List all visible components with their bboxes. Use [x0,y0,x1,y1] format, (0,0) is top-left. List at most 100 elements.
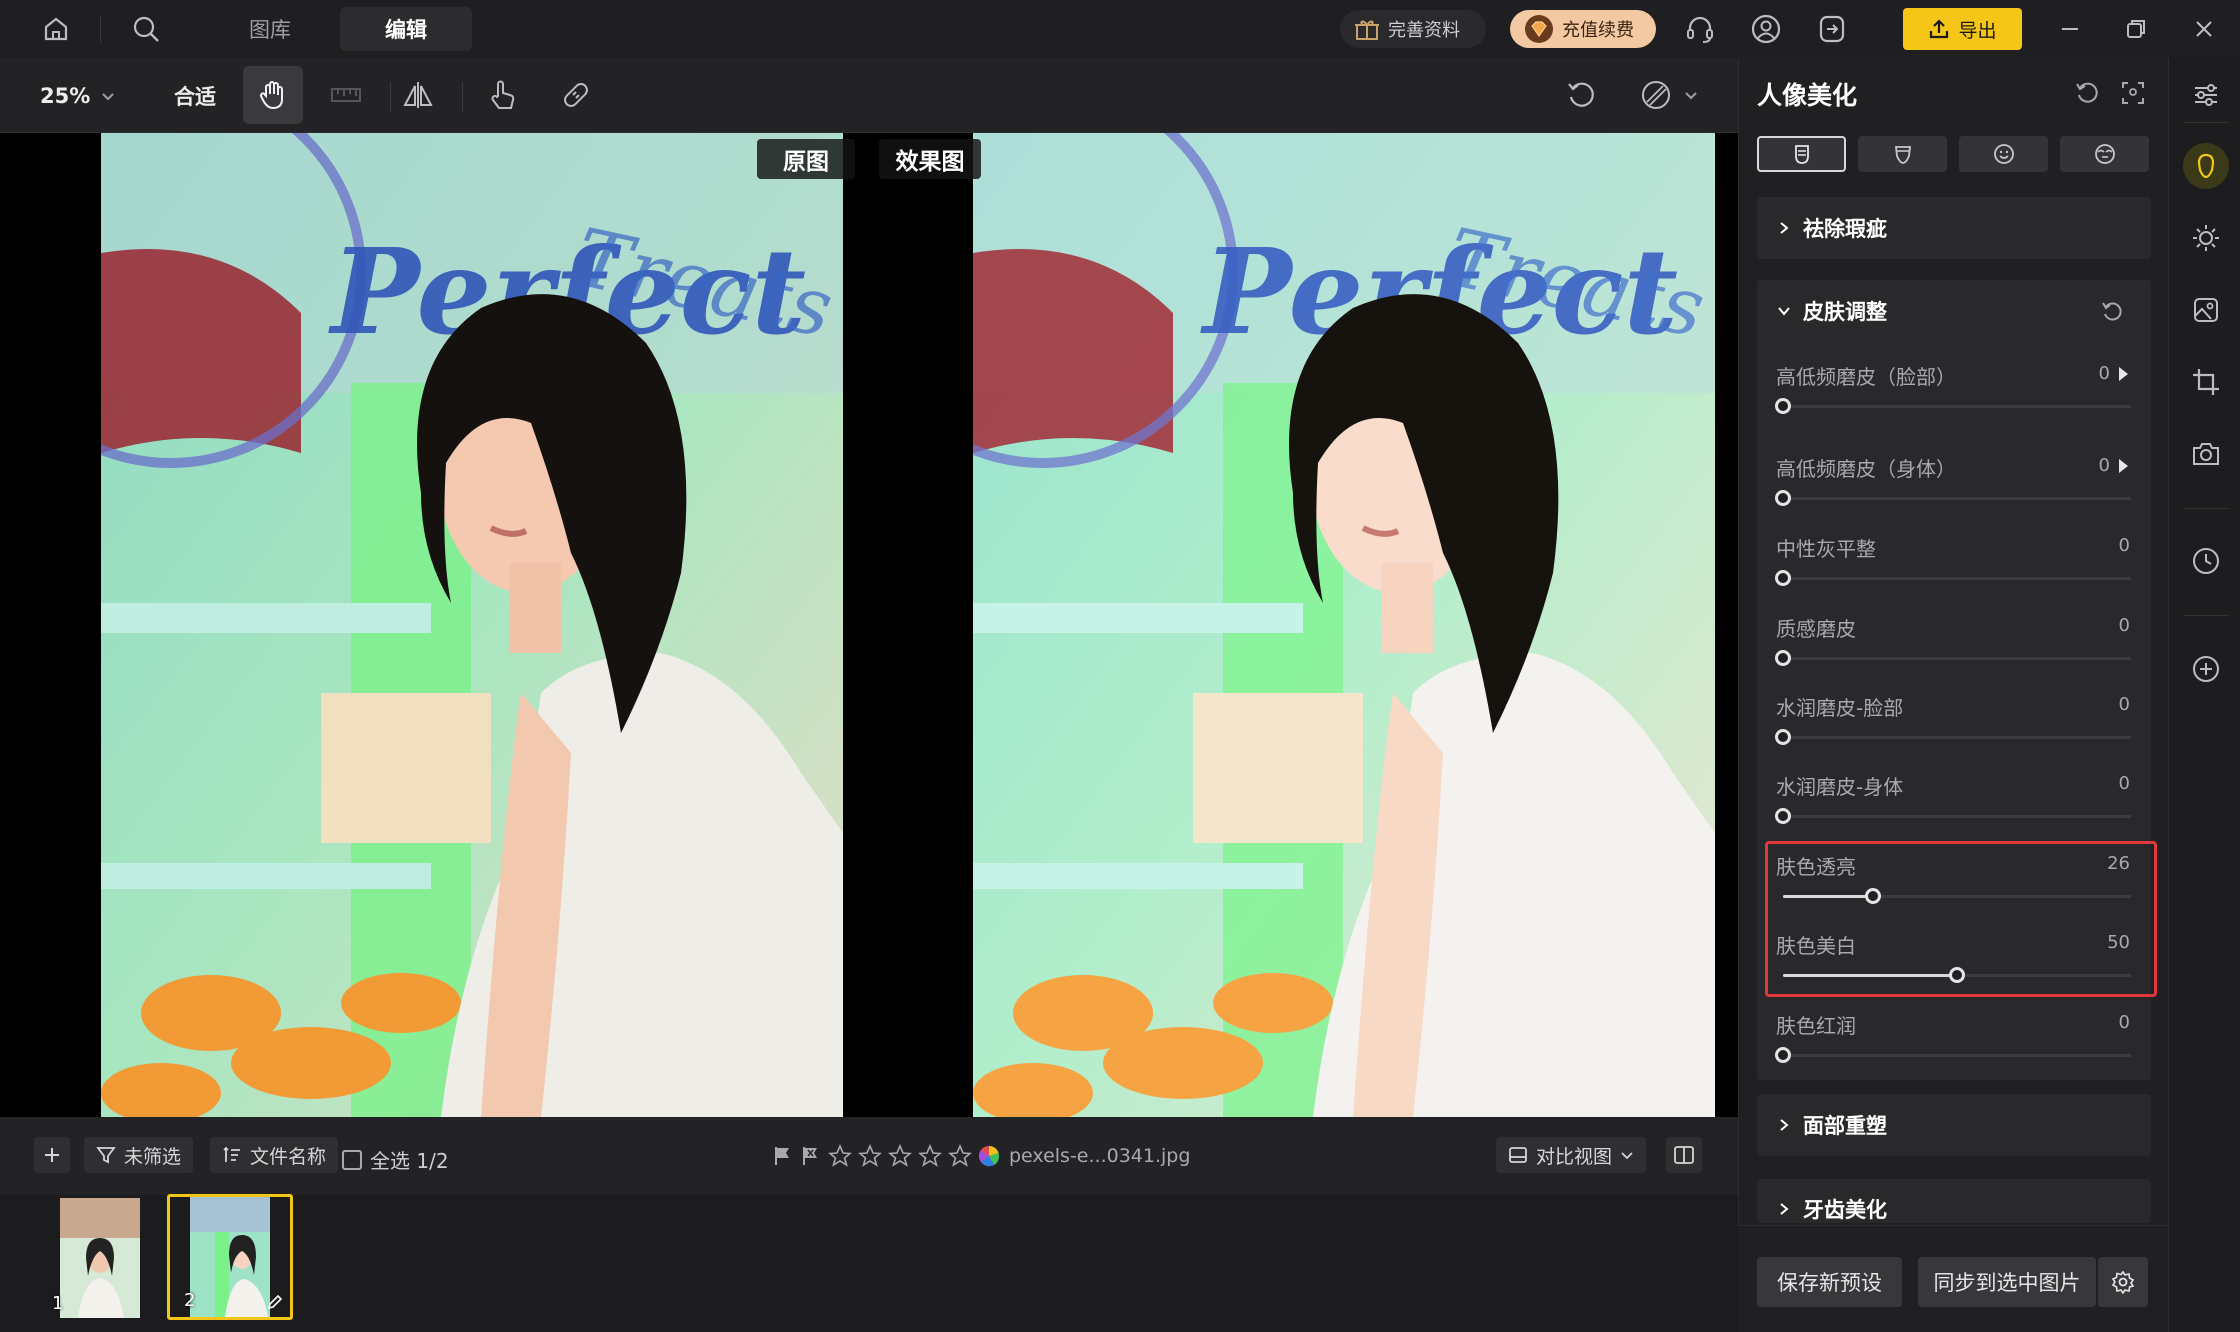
add-button[interactable] [34,1137,70,1173]
sort-label: 文件名称 [250,1145,327,1168]
image-adjust-icon[interactable] [2183,287,2229,333]
home-icon[interactable] [36,9,76,49]
chevron-down-icon [1777,304,1791,318]
color-label-icon[interactable] [978,1145,1000,1167]
filter-button[interactable]: 未筛选 [84,1137,194,1173]
star-icon[interactable] [888,1144,912,1168]
slider-value[interactable]: 0 [2090,535,2130,556]
slider-track[interactable] [1783,657,2131,660]
fit-button[interactable]: 合适 [174,58,216,133]
search-icon[interactable] [126,9,166,49]
chevron-right-icon [1777,1118,1791,1132]
section-title: 皮肤调整 [1803,300,1887,324]
slider-knob[interactable] [1775,1047,1791,1063]
sync-button[interactable]: 同步到选中图片 [1918,1257,2096,1307]
star-icon[interactable] [918,1144,942,1168]
after-photo: Perfect Treats [973,133,1715,1117]
face-skin-icon [1790,142,1814,166]
reset-icon[interactable] [2074,80,2100,106]
portrait-beauty-icon[interactable] [2183,143,2229,189]
slider-value[interactable]: 0 [2070,455,2110,476]
slider-knob[interactable] [1775,808,1791,824]
close-icon[interactable] [2184,9,2224,49]
mask-menu[interactable] [1624,66,1714,124]
split-view-icon [1673,1144,1695,1166]
canvas[interactable]: Perfect Treats 原图 Perfect Treats 效果图 [0,133,1738,1117]
slider-label: 高低频磨皮（脸部） [1776,365,1956,389]
bandage-icon[interactable] [546,66,606,124]
user-icon[interactable] [1746,9,1786,49]
zoom-select[interactable]: 25% [40,58,116,133]
slider-knob[interactable] [1775,490,1791,506]
save-preset-button[interactable]: 保存新预设 [1757,1257,1902,1307]
history-icon[interactable] [2183,538,2229,584]
thumbnail-selected[interactable]: 2 [167,1194,293,1320]
ruler-icon[interactable] [316,66,376,124]
flag-icon[interactable] [772,1145,794,1167]
slider-track[interactable] [1783,405,2131,408]
star-icon[interactable] [948,1144,972,1168]
section-reset-icon[interactable] [2100,300,2124,324]
tab-makeup[interactable] [2060,136,2149,172]
compare-view-select[interactable]: 对比视图 [1496,1137,1647,1173]
slider-label: 高低频磨皮（身体） [1776,457,1956,481]
section-face-reshape[interactable]: 面部重塑 [1757,1094,2151,1156]
light-icon[interactable] [2183,215,2229,261]
edited-pencil-icon [266,1293,284,1311]
slider-value[interactable]: 0 [2090,694,2130,715]
expand-arrow-icon[interactable] [2116,457,2130,475]
undo-icon[interactable] [1552,66,1612,124]
tab-edit[interactable]: 编辑 [340,7,472,51]
add-circle-icon[interactable] [2183,646,2229,692]
flip-icon[interactable] [388,66,448,124]
face-detect-icon[interactable] [2120,80,2146,106]
star-icon[interactable] [858,1144,882,1168]
export-button[interactable]: 导出 [1903,8,2022,50]
slider-knob[interactable] [1775,398,1791,414]
section-blemish[interactable]: 祛除瑕疵 [1757,197,2151,259]
tab-face[interactable] [1858,136,1947,172]
thumbnail[interactable]: 1 [38,1196,162,1320]
mask-icon [1639,78,1673,112]
profile-button[interactable]: 完善资料 [1340,10,1486,48]
before-label: 原图 [757,139,855,179]
split-view-button[interactable] [1666,1137,1702,1173]
divider [100,15,101,43]
expand-arrow-icon[interactable] [2116,365,2130,383]
vip-button[interactable]: 充值续费 [1510,10,1656,48]
sync-settings-button[interactable] [2098,1257,2148,1307]
panel-title: 人像美化 [1757,81,1858,110]
minimize-icon[interactable] [2050,9,2090,49]
slider-knob[interactable] [1775,570,1791,586]
tab-library[interactable]: 图库 [230,7,310,51]
hand-tool-icon[interactable] [243,66,303,124]
adjust-sliders-icon[interactable] [2183,72,2229,118]
select-all[interactable]: 全选 1/2 [342,1145,449,1174]
tab-features[interactable] [1959,136,2048,172]
switch-account-icon[interactable] [1812,9,1852,49]
crop-icon[interactable] [2183,359,2229,405]
touch-tool-icon[interactable] [472,66,532,124]
sort-button[interactable]: 文件名称 [210,1137,339,1173]
section-teeth[interactable]: 牙齿美化 [1757,1179,2151,1223]
tab-skin[interactable] [1757,136,1846,172]
reject-flag-icon[interactable] [800,1145,822,1167]
slider-track[interactable] [1783,815,2131,818]
slider-track[interactable] [1783,577,2131,580]
slider-value[interactable]: 0 [2070,363,2110,384]
star-icon[interactable] [828,1144,852,1168]
slider-track[interactable] [1783,1054,2131,1057]
slider-value[interactable]: 0 [2090,1012,2130,1033]
slider-knob[interactable] [1775,650,1791,666]
upload-icon [1928,18,1950,40]
slider-track[interactable] [1783,497,2131,500]
divider [2183,615,2229,616]
headset-icon[interactable] [1680,9,1720,49]
camera-icon[interactable] [2183,431,2229,477]
slider-knob[interactable] [1775,729,1791,745]
section-skin-header[interactable]: 皮肤调整 [1757,280,2151,342]
restore-icon[interactable] [2116,9,2156,49]
slider-track[interactable] [1783,736,2131,739]
slider-value[interactable]: 0 [2090,615,2130,636]
slider-value[interactable]: 0 [2090,773,2130,794]
